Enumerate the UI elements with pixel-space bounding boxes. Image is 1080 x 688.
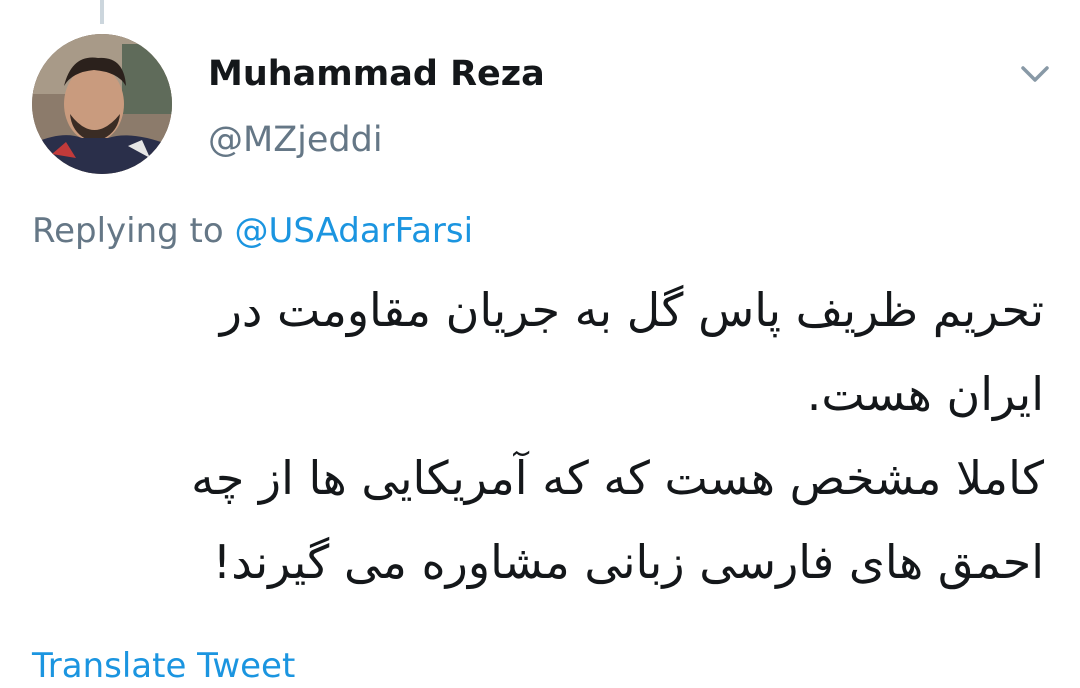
tweet-text-line: کاملا مشخص هست که که آمریکایی ها از چه (191, 451, 1044, 505)
author-display-name[interactable]: Muhammad Reza (208, 52, 545, 96)
tweet-text-line: تحریم ظریف پاس گل به جریان مقاومت در (219, 283, 1044, 337)
tweet-text: تحریم ظریف پاس گل به جریان مقاومت در ایر… (44, 268, 1044, 604)
replying-to-label: Replying to (32, 211, 224, 251)
tweet-text-line: احمق های فارسی زبانی مشاوره می گیرند! (212, 535, 1044, 589)
author-handle[interactable]: @MZjeddi (208, 118, 383, 162)
tweet-text-line: ایران هست. (806, 367, 1044, 421)
avatar-image (32, 34, 172, 174)
replying-to-mention-link[interactable]: @USAdarFarsi (235, 211, 474, 251)
translate-tweet-link[interactable]: Translate Tweet (32, 644, 295, 688)
thread-connector-line (100, 0, 104, 24)
replying-to-line: Replying to @USAdarFarsi (32, 208, 473, 254)
chevron-down-icon[interactable] (1018, 60, 1052, 88)
avatar[interactable] (32, 34, 172, 174)
